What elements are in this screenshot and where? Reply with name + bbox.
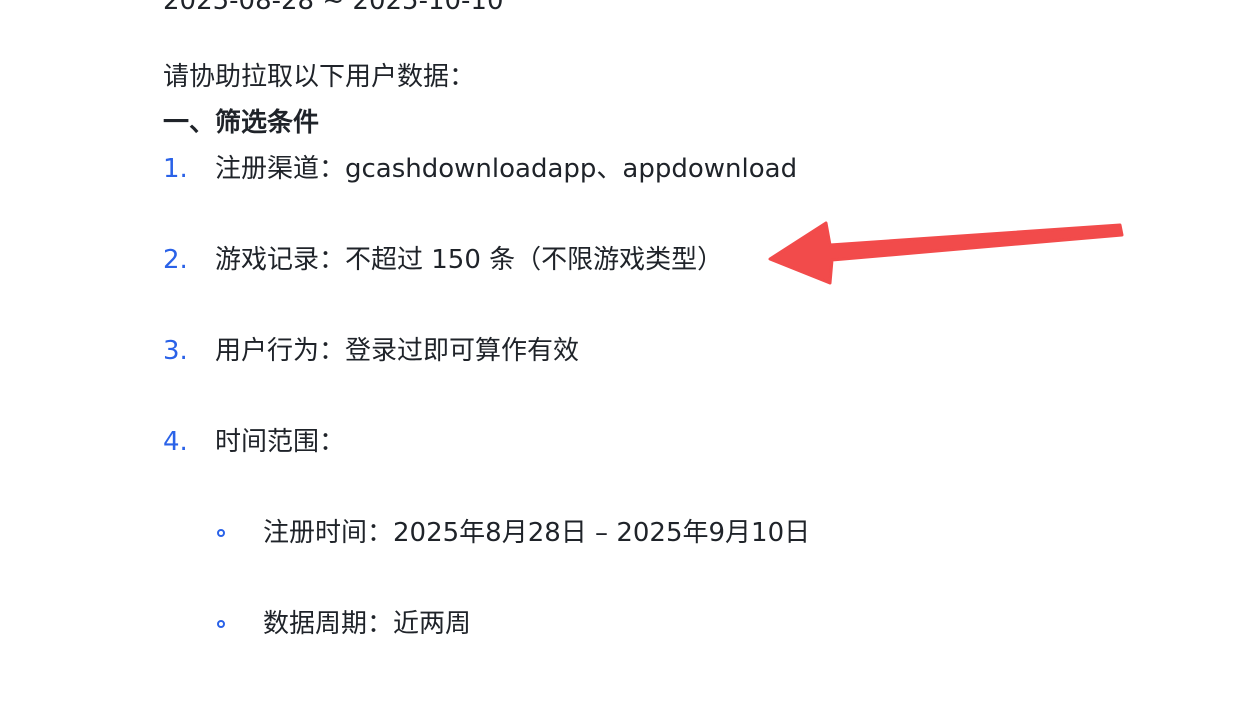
list-item-text: 时间范围： [215, 427, 346, 457]
document-body: 2025-08-28 ~ 2025-10-10 请协助拉取以下用户数据： 一、筛… [0, 0, 1244, 702]
list-item-text: 注册渠道：gcashdownloadapp、appdownload [215, 154, 798, 184]
list-number: 3. [163, 336, 188, 366]
bullet-icon [217, 620, 225, 628]
list-number: 4. [163, 427, 188, 457]
list-item-text: 游戏记录：不超过 150 条（不限游戏类型） [215, 245, 724, 275]
sub-list-item-text: 注册时间：2025年8月28日 – 2025年9月10日 [263, 518, 811, 548]
list-number: 2. [163, 245, 188, 275]
list-item-text: 用户行为：登录过即可算作有效 [215, 336, 580, 366]
bullet-icon [217, 529, 225, 537]
sub-list-item-text: 数据周期：近两周 [263, 609, 472, 639]
date-range-line: 2025-08-28 ~ 2025-10-10 [163, 0, 504, 16]
intro-paragraph: 请协助拉取以下用户数据： [163, 62, 476, 92]
section-heading: 一、筛选条件 [163, 108, 320, 138]
annotation-arrow-icon [768, 221, 1124, 285]
list-number: 1. [163, 154, 188, 184]
